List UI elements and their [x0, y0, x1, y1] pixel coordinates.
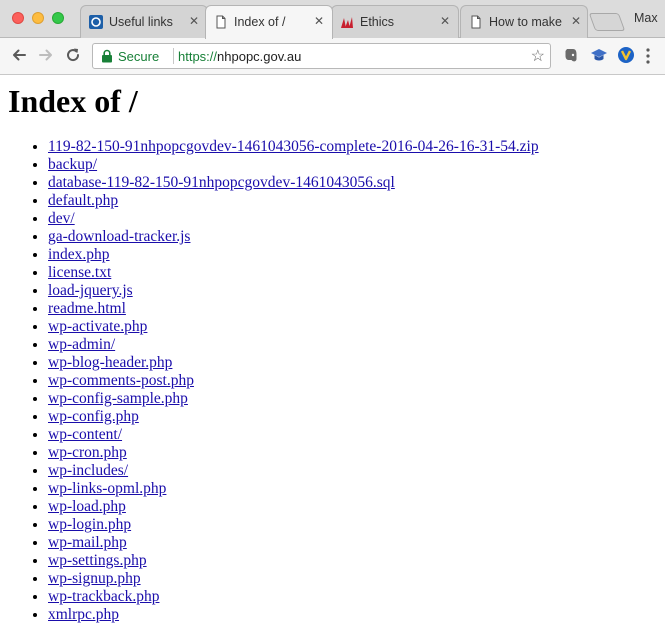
file-link[interactable]: ga-download-tracker.js: [48, 228, 190, 245]
file-link[interactable]: wp-config-sample.php: [48, 390, 188, 407]
profile-name[interactable]: Max: [634, 11, 658, 25]
file-link[interactable]: wp-activate.php: [48, 318, 147, 335]
tab-close-icon[interactable]: ✕: [187, 14, 201, 28]
list-item: ga-download-tracker.js: [48, 228, 539, 246]
file-link[interactable]: wp-includes/: [48, 462, 128, 479]
extension-cap-icon[interactable]: [590, 46, 608, 64]
file-link[interactable]: wp-settings.php: [48, 552, 147, 569]
file-link[interactable]: wp-blog-header.php: [48, 354, 172, 371]
list-item: wp-admin/: [48, 336, 539, 354]
tab-title: Ethics: [360, 15, 395, 29]
list-item: wp-signup.php: [48, 570, 539, 588]
file-link[interactable]: readme.html: [48, 300, 126, 317]
list-item: readme.html: [48, 300, 539, 318]
url-scheme: https://: [178, 49, 218, 64]
tab-title: Useful links: [109, 15, 173, 29]
tab-title: Index of /: [234, 15, 286, 29]
list-item: wp-content/: [48, 426, 539, 444]
tab-close-icon[interactable]: ✕: [569, 14, 583, 28]
url-host: nhpopc.gov.au: [217, 49, 302, 64]
new-tab-button[interactable]: [588, 13, 626, 31]
window-close-button[interactable]: [12, 12, 24, 24]
back-arrow-icon[interactable]: [10, 46, 28, 64]
file-link[interactable]: license.txt: [48, 264, 111, 281]
document-icon: [471, 15, 481, 29]
file-link[interactable]: wp-content/: [48, 426, 122, 443]
file-link[interactable]: wp-comments-post.php: [48, 372, 194, 389]
browser-toolbar: Secure https://nhpopc.gov.au ☆: [0, 38, 665, 75]
list-item: xmlrpc.php: [48, 606, 539, 624]
tab-how-to-make[interactable]: How to make ✕: [460, 5, 588, 38]
file-link[interactable]: 119-82-150-91nhpopcgovdev-1461043056-com…: [48, 138, 539, 155]
list-item: wp-links-opml.php: [48, 480, 539, 498]
bookmark-star-icon[interactable]: ☆: [531, 46, 545, 66]
list-item: index.php: [48, 246, 539, 264]
forward-arrow-icon[interactable]: [37, 46, 55, 64]
list-item: wp-activate.php: [48, 318, 539, 336]
blue-square-favicon: [89, 15, 103, 29]
tab-title: How to make: [489, 15, 562, 29]
list-item: dev/: [48, 210, 539, 228]
tab-index-of[interactable]: Index of / ✕: [205, 5, 333, 39]
list-item: wp-settings.php: [48, 552, 539, 570]
file-link[interactable]: wp-load.php: [48, 498, 126, 515]
list-item: wp-cron.php: [48, 444, 539, 462]
extension-v-icon[interactable]: [617, 46, 635, 64]
file-link[interactable]: wp-login.php: [48, 516, 131, 533]
list-item: 119-82-150-91nhpopcgovdev-1461043056-com…: [48, 138, 539, 156]
file-list: 119-82-150-91nhpopcgovdev-1461043056-com…: [0, 138, 539, 624]
lock-icon[interactable]: [101, 49, 113, 63]
list-item: wp-login.php: [48, 516, 539, 534]
url-text[interactable]: https://nhpopc.gov.au: [178, 49, 301, 64]
file-link[interactable]: wp-mail.php: [48, 534, 127, 551]
file-link[interactable]: xmlrpc.php: [48, 606, 119, 623]
list-item: wp-comments-post.php: [48, 372, 539, 390]
tab-useful-links[interactable]: Useful links ✕: [80, 5, 208, 38]
list-item: default.php: [48, 192, 539, 210]
file-link[interactable]: wp-admin/: [48, 336, 115, 353]
file-link[interactable]: database-119-82-150-91nhpopcgovdev-14610…: [48, 174, 395, 191]
list-item: wp-blog-header.php: [48, 354, 539, 372]
address-bar[interactable]: Secure https://nhpopc.gov.au ☆: [92, 43, 551, 69]
page-title: Index of /: [8, 83, 138, 119]
list-item: load-jquery.js: [48, 282, 539, 300]
window-minimize-button[interactable]: [32, 12, 44, 24]
list-item: database-119-82-150-91nhpopcgovdev-14610…: [48, 174, 539, 192]
file-link[interactable]: dev/: [48, 210, 75, 227]
secure-label[interactable]: Secure: [118, 49, 159, 64]
tab-close-icon[interactable]: ✕: [312, 14, 326, 28]
document-icon: [216, 15, 226, 29]
file-link[interactable]: wp-trackback.php: [48, 588, 159, 605]
window-maximize-button[interactable]: [52, 12, 64, 24]
address-divider: [173, 48, 174, 64]
list-item: wp-trackback.php: [48, 588, 539, 606]
page-content: Index of / 119-82-150-91nhpopcgovdev-146…: [0, 75, 665, 641]
file-link[interactable]: wp-signup.php: [48, 570, 141, 587]
list-item: wp-mail.php: [48, 534, 539, 552]
tab-close-icon[interactable]: ✕: [438, 14, 452, 28]
evernote-icon[interactable]: [562, 46, 580, 64]
red-logo-favicon: [341, 17, 353, 28]
file-link[interactable]: wp-cron.php: [48, 444, 127, 461]
file-link[interactable]: wp-config.php: [48, 408, 139, 425]
file-link[interactable]: wp-links-opml.php: [48, 480, 166, 497]
list-item: wp-load.php: [48, 498, 539, 516]
list-item: wp-config.php: [48, 408, 539, 426]
file-link[interactable]: default.php: [48, 192, 118, 209]
list-item: wp-includes/: [48, 462, 539, 480]
tab-ethics[interactable]: Ethics ✕: [331, 5, 459, 38]
list-item: backup/: [48, 156, 539, 174]
file-link[interactable]: load-jquery.js: [48, 282, 133, 299]
menu-dots-icon[interactable]: [646, 47, 650, 65]
list-item: wp-config-sample.php: [48, 390, 539, 408]
reload-icon[interactable]: [64, 46, 82, 64]
file-link[interactable]: index.php: [48, 246, 110, 263]
tab-strip: Useful links ✕ Index of / ✕ Ethics ✕ How…: [0, 0, 665, 39]
file-link[interactable]: backup/: [48, 156, 97, 173]
list-item: license.txt: [48, 264, 539, 282]
